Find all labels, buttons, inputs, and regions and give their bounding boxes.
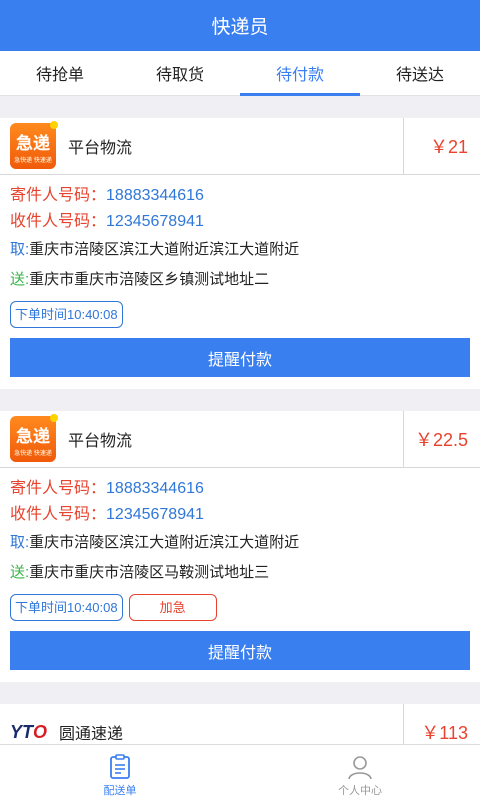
delivery-address-row: 送:重庆市重庆市涪陵区马鞍测试地址三	[10, 558, 470, 588]
receiver-phone-label: 收件人号码：	[10, 213, 107, 230]
sender-phone-row: 寄件人号码：18883344616	[10, 183, 470, 209]
tab-wait-payment[interactable]: 待付款	[240, 51, 360, 96]
order-time-badge: 下单时间10:40:08	[10, 594, 123, 621]
logo-text: 急递	[16, 426, 50, 446]
logo-dot	[50, 121, 58, 129]
nav-label: 个人中心	[338, 785, 382, 797]
company-logo: YT O	[10, 722, 47, 743]
receiver-phone-label: 收件人号码：	[10, 506, 107, 523]
sender-phone-row: 寄件人号码：18883344616	[10, 476, 470, 502]
logo-text: YT	[10, 721, 34, 742]
receiver-phone[interactable]: 12345678941	[106, 506, 204, 523]
order-badges: 下单时间10:40:08	[0, 295, 480, 328]
company-info: 急递 急快递 快速递 平台物流	[0, 411, 403, 468]
order-details: 寄件人号码：18883344616 收件人号码：12345678941 取:重庆…	[0, 468, 480, 588]
clipboard-icon	[110, 754, 130, 779]
sender-phone[interactable]: 18883344616	[106, 187, 204, 204]
company-name: 平台物流	[68, 140, 133, 157]
tab-wait-delivery[interactable]: 待送达	[360, 51, 480, 95]
pickup-address: 重庆市涪陵区滨江大道附近滨江大道附近	[29, 241, 300, 258]
logo-text: 急递	[16, 133, 50, 153]
delivery-address-row: 送:重庆市重庆市涪陵区乡镇测试地址二	[10, 265, 470, 295]
order-badges: 下单时间10:40:08 加急	[0, 588, 480, 621]
company-name: 圆通速递	[59, 726, 124, 743]
tab-wait-pickup[interactable]: 待取货	[120, 51, 240, 95]
sender-phone[interactable]: 18883344616	[106, 480, 204, 497]
remind-payment-button[interactable]: 提醒付款	[10, 631, 470, 670]
delivery-address: 重庆市重庆市涪陵区马鞍测试地址三	[29, 564, 270, 581]
logo-subtext: 急快递 快速递	[14, 157, 52, 164]
order-time-badge: 下单时间10:40:08	[10, 301, 123, 328]
tab-bar: 待抢单 待取货 待付款 待送达	[0, 51, 480, 96]
app-header: 快递员	[0, 0, 480, 51]
pickup-tag: 取:	[10, 241, 30, 258]
pickup-address-row: 取:重庆市涪陵区滨江大道附近滨江大道附近	[10, 235, 470, 265]
delivery-tag: 送:	[10, 564, 30, 581]
order-price: ￥22.5	[403, 411, 480, 468]
user-icon	[348, 756, 372, 780]
order-card: 急递 急快递 快速递 平台物流 ￥21 寄件人号码：18883344616 收件…	[0, 118, 480, 389]
receiver-phone[interactable]: 12345678941	[106, 213, 204, 230]
order-price: ￥21	[403, 118, 480, 175]
remind-payment-button[interactable]: 提醒付款	[10, 338, 470, 377]
company-info: 急递 急快递 快速递 平台物流	[0, 118, 403, 175]
pickup-address: 重庆市涪陵区滨江大道附近滨江大道附近	[29, 534, 300, 551]
nav-delivery-orders[interactable]: 配送单	[0, 745, 240, 800]
order-card-header: 急递 急快递 快速递 平台物流 ￥22.5	[0, 411, 480, 468]
company-logo: 急递 急快递 快速递	[10, 121, 58, 169]
receiver-phone-row: 收件人号码：12345678941	[10, 209, 470, 235]
order-card-header: 急递 急快递 快速递 平台物流 ￥21	[0, 118, 480, 175]
company-logo: 急递 急快递 快速递	[10, 414, 58, 462]
receiver-phone-row: 收件人号码：12345678941	[10, 502, 470, 528]
company-name: 平台物流	[68, 433, 133, 450]
page-title: 快递员	[211, 17, 269, 38]
delivery-tag: 送:	[10, 271, 30, 288]
bottom-nav: 配送单 个人中心	[0, 744, 480, 800]
delivery-address: 重庆市重庆市涪陵区乡镇测试地址二	[29, 271, 270, 288]
sender-phone-label: 寄件人号码：	[10, 480, 107, 497]
pickup-tag: 取:	[10, 534, 30, 551]
order-card: 急递 急快递 快速递 平台物流 ￥22.5 寄件人号码：18883344616 …	[0, 411, 480, 682]
logo-subtext: 急快递 快速递	[14, 450, 52, 457]
order-details: 寄件人号码：18883344616 收件人号码：12345678941 取:重庆…	[0, 175, 480, 295]
nav-profile[interactable]: 个人中心	[240, 745, 480, 800]
nav-label: 配送单	[103, 785, 137, 797]
pickup-address-row: 取:重庆市涪陵区滨江大道附近滨江大道附近	[10, 528, 470, 558]
logo-dot	[50, 414, 58, 422]
logo-text-accent: O	[33, 721, 48, 742]
order-list: 急递 急快递 快速递 平台物流 ￥21 寄件人号码：18883344616 收件…	[0, 118, 480, 783]
urgent-badge: 加急	[128, 594, 217, 621]
sender-phone-label: 寄件人号码：	[10, 187, 107, 204]
tab-wait-grab[interactable]: 待抢单	[0, 51, 120, 95]
